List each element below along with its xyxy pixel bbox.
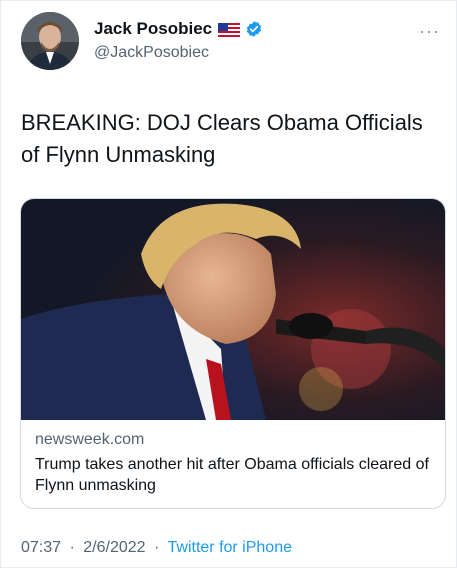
meta-separator: · <box>154 539 160 556</box>
author-name-row[interactable]: Jack Posobiec <box>94 19 263 39</box>
avatar-photo-icon <box>21 12 79 70</box>
avatar[interactable] <box>21 12 79 70</box>
tweet-source[interactable]: Twitter for iPhone <box>168 539 293 556</box>
tweet-meta: 07:37 · 2/6/2022 · Twitter for iPhone <box>21 539 292 557</box>
author-handle[interactable]: @JackPosobiec <box>94 44 209 62</box>
verified-badge-icon <box>245 20 263 38</box>
us-flag-icon <box>218 22 241 37</box>
tweet-time[interactable]: 07:37 <box>21 539 61 556</box>
card-title[interactable]: Trump takes another hit after Obama offi… <box>35 454 431 496</box>
link-card[interactable]: newsweek.com Trump takes another hit aft… <box>20 198 446 509</box>
tweet-container: Jack Posobiec @JackPosobiec ··· BREAKING… <box>0 0 457 568</box>
meta-separator: · <box>69 539 75 556</box>
article-photo-icon <box>21 199 445 420</box>
more-options-icon[interactable]: ··· <box>419 21 440 42</box>
tweet-text: BREAKING: DOJ Clears Obama Officials of … <box>21 110 423 167</box>
author-name[interactable]: Jack Posobiec <box>94 19 212 39</box>
tweet-date[interactable]: 2/6/2022 <box>83 539 145 556</box>
card-domain: newsweek.com <box>35 431 145 448</box>
